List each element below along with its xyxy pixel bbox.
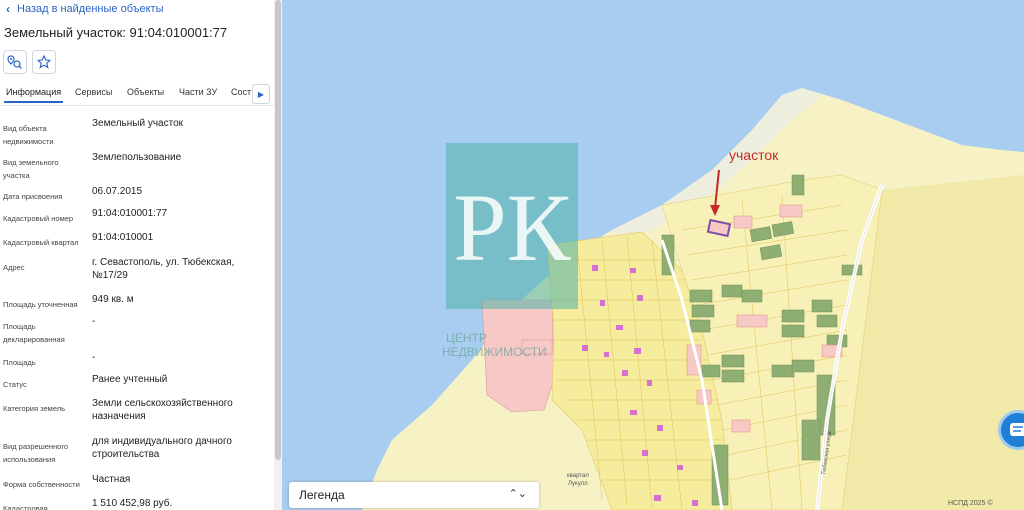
app-root: РК ЦЕНТР НЕДВИЖИМОСТИ квартал Лукулл Тюб… bbox=[0, 0, 1024, 510]
star-icon bbox=[37, 55, 51, 69]
row-label: Площадь bbox=[3, 358, 36, 367]
tab-objects[interactable]: Объекты bbox=[127, 87, 164, 97]
row-value: - bbox=[92, 316, 96, 327]
row-value: Земли сельскохозяйственного назначения bbox=[92, 398, 233, 422]
legend-label: Легенда bbox=[299, 488, 345, 502]
row-label: Категория земель bbox=[3, 404, 66, 413]
row-label: Вид земельного участка bbox=[3, 158, 59, 180]
map-search-icon bbox=[7, 55, 22, 69]
row-value: 949 кв. м bbox=[92, 294, 134, 305]
map-view[interactable]: РК ЦЕНТР НЕДВИЖИМОСТИ квартал Лукулл Тюб… bbox=[282, 0, 1024, 510]
row-label: Статус bbox=[3, 380, 27, 389]
row-label: Вид объекта недвижимости bbox=[3, 124, 54, 146]
page-title: Земельный участок: 91:04:010001:77 bbox=[4, 25, 228, 40]
row-value: г. Севастополь, ул. Тюбекская, №17/29 bbox=[92, 257, 235, 281]
tab-bar: Информация Сервисы Объекты Части ЗУ Сост… bbox=[0, 82, 274, 106]
row-value: для индивидуального дачного строительств… bbox=[92, 436, 232, 460]
chevron-left-icon: ‹ bbox=[6, 2, 10, 16]
row-label: Кадастровый номер bbox=[3, 214, 74, 223]
row-label: Адрес bbox=[3, 263, 25, 272]
row-label: Площадь уточненная bbox=[3, 300, 78, 309]
row-value: Ранее учтенный bbox=[92, 374, 168, 385]
caret-right-icon: ▶ bbox=[257, 89, 265, 99]
row-label: Площадь декларированная bbox=[3, 322, 65, 344]
tab-services[interactable]: Сервисы bbox=[75, 87, 112, 97]
chevron-updown-icon: ⌃⌄ bbox=[508, 488, 527, 500]
locate-on-map-button[interactable] bbox=[3, 50, 27, 74]
row-label: Вид разрешенного использования bbox=[3, 442, 69, 464]
quarter-label-1: квартал bbox=[567, 473, 589, 479]
favorite-button[interactable] bbox=[32, 50, 56, 74]
tab-information[interactable]: Информация bbox=[3, 87, 64, 103]
map-canvas[interactable]: РК ЦЕНТР НЕДВИЖИМОСТИ квартал Лукулл Тюб… bbox=[282, 0, 1024, 510]
info-panel: ‹ Назад в найденные объекты Земельный уч… bbox=[0, 0, 274, 510]
quarter-label-2: Лукулл bbox=[568, 481, 588, 487]
map-copyright: НСПД 2025 © bbox=[948, 500, 993, 507]
row-value: - bbox=[92, 352, 96, 363]
tab-parts[interactable]: Части ЗУ bbox=[179, 87, 217, 97]
scrollbar-thumb[interactable] bbox=[275, 0, 281, 460]
row-label: Кадастровая bbox=[3, 504, 48, 510]
chat-icon bbox=[1010, 423, 1024, 436]
watermark-text-2: НЕДВИЖИМОСТИ bbox=[442, 345, 547, 359]
row-label: Кадастровый квартал bbox=[3, 238, 79, 247]
tabs-scroll-right-button[interactable]: ▶ bbox=[252, 84, 270, 104]
row-label: Дата присвоения bbox=[3, 192, 63, 201]
watermark-text-1: ЦЕНТР bbox=[446, 331, 487, 345]
row-value: Земельный участок bbox=[92, 118, 184, 129]
tab-composition[interactable]: Состав bbox=[231, 87, 251, 97]
legend-dropdown[interactable]: Легенда ⌃⌄ bbox=[289, 482, 539, 508]
parcel-annotation-label: участок bbox=[729, 147, 779, 163]
row-value: 91:04:010001:77 bbox=[92, 208, 168, 219]
row-value: 1 510 452,98 руб. bbox=[92, 498, 173, 509]
row-label: Форма собственности bbox=[3, 480, 80, 489]
row-value: Частная bbox=[92, 474, 131, 485]
row-value: Землепользование bbox=[92, 152, 182, 163]
back-link[interactable]: ‹ Назад в найденные объекты bbox=[6, 2, 164, 16]
row-value: 06.07.2015 bbox=[92, 186, 143, 197]
row-value: 91:04:010001 bbox=[92, 232, 154, 243]
watermark-letters: РК bbox=[453, 174, 571, 281]
chat-button[interactable] bbox=[998, 410, 1024, 450]
back-label: Назад в найденные объекты bbox=[17, 3, 164, 15]
panel-scrollbar[interactable] bbox=[274, 0, 282, 510]
